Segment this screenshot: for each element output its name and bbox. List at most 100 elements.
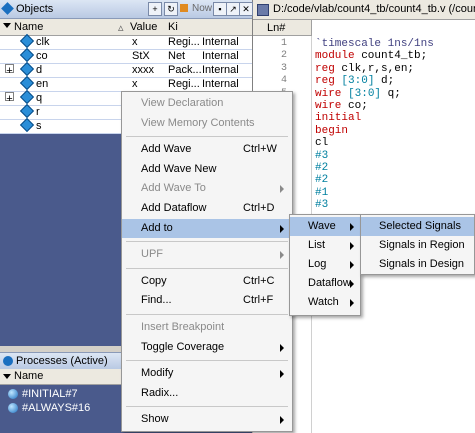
expand-icon[interactable]: + bbox=[5, 92, 14, 105]
menu-item-find[interactable]: Find... Ctrl+F bbox=[122, 291, 292, 310]
submenu-arrow-icon bbox=[280, 224, 284, 233]
code-line: begin bbox=[315, 124, 349, 137]
menu-shortcut: Ctrl+C bbox=[243, 274, 275, 287]
process-item[interactable]: #ALWAYS#16 bbox=[8, 401, 91, 415]
code-line: #3 bbox=[315, 199, 329, 212]
submenu-arrow-icon bbox=[350, 280, 354, 288]
object-row[interactable]: en x Regi... Internal bbox=[0, 75, 252, 92]
menu-item-add-wave-new[interactable]: Add Wave New bbox=[122, 160, 292, 179]
submenu-arrow-icon bbox=[350, 299, 354, 307]
line-number: 2 bbox=[280, 50, 287, 62]
signal-icon bbox=[19, 103, 35, 119]
submenu-arrow-icon bbox=[350, 223, 354, 231]
submenu-item-list[interactable]: List bbox=[290, 236, 360, 255]
objects-title-bar: Objects + ↻ Now ▪ ↗ ✕ bbox=[0, 0, 253, 19]
restart-icon[interactable]: ↻ bbox=[164, 2, 178, 16]
signal-icon bbox=[19, 33, 35, 49]
menu-item-label: Radix... bbox=[141, 386, 179, 399]
submenu-item-label: Wave bbox=[308, 220, 336, 232]
process-item[interactable]: #INITIAL#7 bbox=[8, 387, 78, 401]
object-value: xxxx bbox=[132, 64, 154, 76]
submenu-arrow-icon bbox=[280, 370, 284, 379]
menu-item-add-to[interactable]: Add to bbox=[122, 218, 292, 238]
object-row[interactable]: + d xxxx Pack... Internal bbox=[0, 61, 252, 78]
submenu-item-wave[interactable]: Wave bbox=[290, 217, 360, 236]
object-kind: Regi... bbox=[168, 36, 200, 48]
process-label: #INITIAL#7 bbox=[22, 388, 78, 400]
menu-separator bbox=[126, 136, 288, 138]
menu-item-view-declaration: View Declaration bbox=[122, 94, 292, 113]
undock-icon[interactable]: ↗ bbox=[226, 2, 240, 16]
object-name: r bbox=[36, 106, 40, 118]
column-name[interactable]: Name bbox=[14, 21, 43, 33]
menu-item-view-memory-contents: View Memory Contents bbox=[122, 114, 292, 133]
object-value: x bbox=[132, 78, 138, 90]
dock-icon[interactable]: ▪ bbox=[213, 2, 227, 16]
menu-shortcut: Ctrl+D bbox=[243, 202, 275, 214]
object-kind: Pack... bbox=[168, 64, 202, 76]
menu-item-radix[interactable]: Radix... bbox=[122, 384, 292, 403]
object-name: q bbox=[36, 92, 43, 104]
process-label: #ALWAYS#16 bbox=[22, 402, 91, 414]
menu-item-label: UPF bbox=[141, 248, 163, 261]
submenu-item-label: Watch bbox=[308, 296, 339, 308]
submenu-item-log[interactable]: Log bbox=[290, 255, 360, 274]
stop-icon[interactable] bbox=[180, 4, 188, 12]
object-value: StX bbox=[132, 50, 150, 62]
column-kind[interactable]: Ki bbox=[168, 21, 178, 33]
menu-item-toggle-coverage[interactable]: Toggle Coverage bbox=[122, 338, 292, 357]
code-line: #2 bbox=[315, 174, 329, 187]
menu-item-copy[interactable]: Copy Ctrl+C bbox=[122, 272, 292, 291]
menu-item-label: Insert Breakpoint bbox=[141, 321, 225, 333]
object-name: clk bbox=[36, 36, 50, 48]
menu-item-upf: UPF bbox=[122, 245, 292, 264]
menu-icon[interactable]: + bbox=[148, 2, 162, 16]
objects-column-header: Name ▵ Value Ki bbox=[0, 19, 252, 36]
object-row[interactable]: clk x Regi... Internal bbox=[0, 33, 252, 50]
context-menu: View Declaration View Memory Contents Add … bbox=[121, 91, 293, 432]
object-kind: Net bbox=[168, 50, 186, 62]
menu-item-label: Modify bbox=[141, 367, 174, 380]
processes-column-name[interactable]: Name bbox=[14, 370, 43, 382]
close-icon[interactable]: ✕ bbox=[239, 2, 253, 16]
submenu-arrow-icon bbox=[350, 261, 354, 269]
menu-item-label: View Memory Contents bbox=[141, 116, 255, 129]
signal-icon bbox=[19, 89, 35, 105]
submenu-item-label: Log bbox=[308, 258, 327, 270]
signal-icon bbox=[19, 47, 35, 63]
expand-icon[interactable]: + bbox=[5, 64, 14, 77]
menu-item-show[interactable]: Show bbox=[122, 410, 292, 429]
submenu-item-dataflow[interactable]: Dataflow bbox=[290, 274, 360, 293]
menu-item-modify[interactable]: Modify bbox=[122, 364, 292, 383]
object-mode: Internal bbox=[202, 64, 239, 76]
objects-pane-icon bbox=[1, 2, 14, 15]
submenu-arrow-icon bbox=[280, 416, 284, 425]
menu-separator bbox=[126, 360, 288, 362]
object-mode: Internal bbox=[202, 36, 239, 48]
code-line: reg clk,r,s,en; bbox=[315, 62, 415, 75]
menu-item-add-wave[interactable]: Add Wave Ctrl+W bbox=[122, 140, 292, 159]
code-line: initial bbox=[315, 112, 362, 125]
column-value[interactable]: Value bbox=[130, 21, 157, 33]
submenu-item-selected-signals[interactable]: Selected Signals bbox=[361, 217, 474, 236]
line-number-header-label: Ln# bbox=[267, 22, 286, 34]
menu-item-label: Find... bbox=[141, 294, 172, 307]
code-line: reg [3:0] d; bbox=[315, 75, 395, 88]
menu-item-label: Show bbox=[141, 413, 169, 426]
signal-icon bbox=[19, 117, 35, 133]
submenu-arrow-icon bbox=[350, 242, 354, 250]
code-line: wire co; bbox=[315, 100, 368, 112]
submenu-item-watch[interactable]: Watch bbox=[290, 293, 360, 312]
submenu-item-label: List bbox=[308, 239, 326, 251]
menu-item-add-dataflow[interactable]: Add Dataflow Ctrl+D bbox=[122, 199, 292, 218]
object-name: co bbox=[36, 50, 48, 62]
submenu-item-signals-in-region[interactable]: Signals in Region bbox=[361, 236, 474, 255]
object-name: s bbox=[36, 120, 42, 132]
menu-item-label: View Declaration bbox=[141, 97, 224, 109]
code-line: #1 bbox=[315, 186, 329, 199]
menu-item-insert-breakpoint: Insert Breakpoint bbox=[122, 318, 292, 337]
object-row[interactable]: co StX Net Internal bbox=[0, 47, 252, 64]
submenu-item-signals-in-design[interactable]: Signals in Design bbox=[361, 255, 474, 274]
code-line: #2 bbox=[315, 162, 329, 174]
editor-title: D:/code/vlab/count4_tb/count4_tb.v (/cou… bbox=[273, 3, 475, 15]
